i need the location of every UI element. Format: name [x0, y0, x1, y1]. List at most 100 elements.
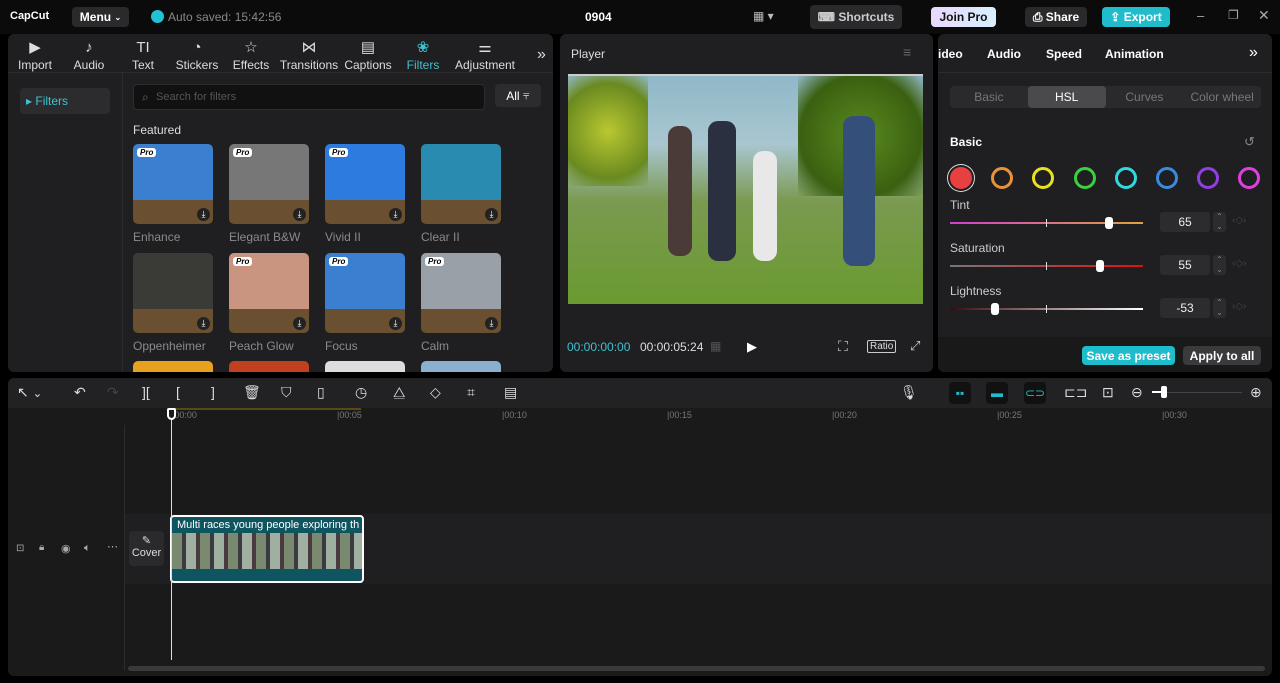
export-button[interactable]: ⇪ Export — [1102, 7, 1170, 27]
tab-ideo[interactable]: ideo — [938, 47, 963, 61]
more-icon[interactable]: ⋯ — [107, 540, 118, 553]
filter-card[interactable]: Pro ⤓ Peach Glow — [229, 253, 309, 353]
playhead[interactable] — [171, 408, 172, 660]
split-right-icon[interactable]: ] — [211, 384, 215, 400]
save-as-preset-button[interactable]: Save as preset — [1082, 346, 1175, 365]
filter-all-dropdown[interactable]: All ⫧ — [495, 84, 541, 107]
slider-handle[interactable] — [1105, 217, 1114, 229]
main-track-magnet-icon[interactable]: ▪▪ — [949, 382, 971, 404]
mirror-icon[interactable]: ⧋ — [393, 384, 406, 401]
speed-icon[interactable]: ◷ — [355, 384, 367, 401]
share-button[interactable]: ⎙ Share — [1025, 7, 1087, 27]
tab-filters[interactable]: ❀ Filters — [396, 38, 450, 72]
filter-card-partial[interactable] — [421, 361, 501, 372]
playhead-handle[interactable] — [167, 408, 176, 420]
download-icon[interactable]: ⤓ — [485, 208, 498, 221]
freeze-icon[interactable]: ▯ — [317, 384, 325, 401]
download-icon[interactable]: ⤓ — [293, 208, 306, 221]
tab-animation[interactable]: Animation — [1105, 47, 1164, 61]
slider-handle[interactable] — [991, 303, 1000, 315]
zoom-out-icon[interactable]: ⊖ — [1131, 384, 1143, 401]
join-pro-button[interactable]: Join Pro — [931, 7, 996, 27]
filter-card[interactable]: ⤓ Oppenheimer — [133, 253, 213, 353]
undo-icon[interactable]: ↶ — [74, 384, 86, 401]
filter-card[interactable]: ⤓ Clear II — [421, 144, 501, 244]
split-left-icon[interactable]: [ — [176, 384, 180, 400]
zoom-slider[interactable] — [1152, 386, 1242, 398]
keyframe-icon[interactable]: ‹◇› — [1232, 258, 1246, 269]
stepper-icon[interactable]: ⌃ ⌄ — [1213, 298, 1226, 318]
zoom-fit-icon[interactable]: ⊡ — [1102, 384, 1114, 401]
preview-axis-icon[interactable]: ⊏⊐ — [1064, 384, 1087, 401]
keyframe-icon[interactable]: ‹◇› — [1232, 301, 1246, 312]
filter-card-partial[interactable] — [229, 361, 309, 372]
zoom-in-icon[interactable]: ⊕ — [1250, 384, 1262, 401]
mute-icon[interactable]: 🔈︎ — [84, 542, 91, 555]
zoom-slider-handle[interactable] — [1161, 386, 1167, 398]
player-menu-icon[interactable]: ≡ — [903, 44, 911, 60]
tab-adjustment[interactable]: ⚌ Adjustment — [450, 38, 520, 72]
tab-text[interactable]: TI Text — [116, 38, 170, 72]
subtab-curves[interactable]: Curves — [1106, 86, 1184, 108]
stepper-icon[interactable]: ⌃ ⌄ — [1213, 255, 1226, 275]
tab-effects[interactable]: ☆ Effects — [224, 38, 278, 72]
download-icon[interactable]: ⤓ — [197, 208, 210, 221]
lock-icon[interactable]: 🔒︎ — [39, 542, 44, 553]
slider-handle[interactable] — [1095, 260, 1104, 272]
mask-icon[interactable]: ⛉ — [281, 384, 292, 401]
filter-card[interactable]: Pro ⤓ Focus — [325, 253, 405, 353]
menu-button[interactable]: Menu ⌄ — [72, 7, 129, 27]
hue-swatch[interactable] — [1073, 167, 1096, 189]
subtab-color-wheel[interactable]: Color wheel — [1183, 86, 1261, 108]
visibility-icon[interactable]: ◉ — [61, 542, 71, 555]
filter-card[interactable]: Pro ⤓ Calm — [421, 253, 501, 353]
hue-swatch[interactable] — [1114, 167, 1137, 189]
filter-card[interactable]: Pro ⤓ Enhance — [133, 144, 213, 244]
delete-icon[interactable]: 🗑 — [243, 384, 261, 401]
crop-icon[interactable]: ⌗ — [467, 384, 475, 401]
sidebar-item-filters[interactable]: ▸ Filters — [20, 88, 110, 114]
tab-audio[interactable]: Audio — [987, 47, 1021, 61]
apply-to-all-button[interactable]: Apply to all — [1183, 346, 1261, 365]
filter-card[interactable]: Pro ⤓ Elegant B&W — [229, 144, 309, 244]
timeline-grid-icon[interactable]: ▦ — [710, 339, 721, 353]
saturation-slider[interactable] — [950, 260, 1143, 272]
lightness-value-input[interactable]: -53 — [1160, 298, 1210, 318]
stepper-icon[interactable]: ⌃ ⌄ — [1213, 212, 1226, 232]
subtab-basic[interactable]: Basic — [950, 86, 1028, 108]
download-icon[interactable]: ⤓ — [389, 208, 402, 221]
tint-slider[interactable] — [950, 217, 1143, 229]
keyframe-icon[interactable]: ‹◇› — [1232, 215, 1246, 226]
select-tool-icon[interactable]: ↖ ⌄ — [17, 384, 42, 401]
video-preview[interactable] — [568, 74, 923, 304]
cover-button[interactable]: ✎ Cover — [129, 531, 164, 566]
tint-value-input[interactable]: 65 — [1160, 212, 1210, 232]
tab-captions[interactable]: ▤ Captions — [340, 38, 396, 72]
tab-speed[interactable]: Speed — [1046, 47, 1082, 61]
filter-card[interactable]: Pro ⤓ Vivid II — [325, 144, 405, 244]
layout-icon[interactable]: ▦ ▾ — [753, 9, 774, 23]
more-tabs-icon[interactable]: » — [537, 46, 546, 64]
tab-import[interactable]: ▶ Import — [8, 38, 62, 72]
tab-stickers[interactable]: ◔ Stickers — [170, 38, 224, 72]
rotate-icon[interactable]: ◇ — [430, 384, 441, 401]
redo-icon[interactable]: ↷ — [107, 384, 119, 401]
filter-card-partial[interactable] — [325, 361, 405, 372]
tab-audio[interactable]: ♪ Audio — [62, 38, 116, 72]
video-clip[interactable]: Multi races young people exploring th — [170, 515, 364, 583]
tab-transitions[interactable]: ⋈ Transitions — [278, 38, 340, 72]
download-icon[interactable]: ⤓ — [293, 317, 306, 330]
minimize-icon[interactable]: – — [1197, 8, 1204, 23]
shortcuts-button[interactable]: ⌨ Shortcuts — [810, 5, 902, 29]
hue-swatch[interactable] — [950, 167, 972, 189]
fit-icon[interactable]: ⛶ — [838, 338, 848, 355]
hue-swatch[interactable] — [1156, 167, 1178, 189]
maximize-icon[interactable]: ❐ — [1228, 8, 1239, 22]
subtab-hsl[interactable]: HSL — [1027, 86, 1106, 108]
ratio-button[interactable]: Ratio — [867, 340, 897, 353]
fullscreen-icon[interactable]: ⤢ — [910, 338, 920, 354]
remove-background-icon[interactable]: ▤ — [504, 384, 517, 401]
reset-icon[interactable]: ↺ — [1244, 134, 1255, 150]
split-icon[interactable]: ][ — [142, 384, 150, 400]
download-icon[interactable]: ⤓ — [389, 317, 402, 330]
